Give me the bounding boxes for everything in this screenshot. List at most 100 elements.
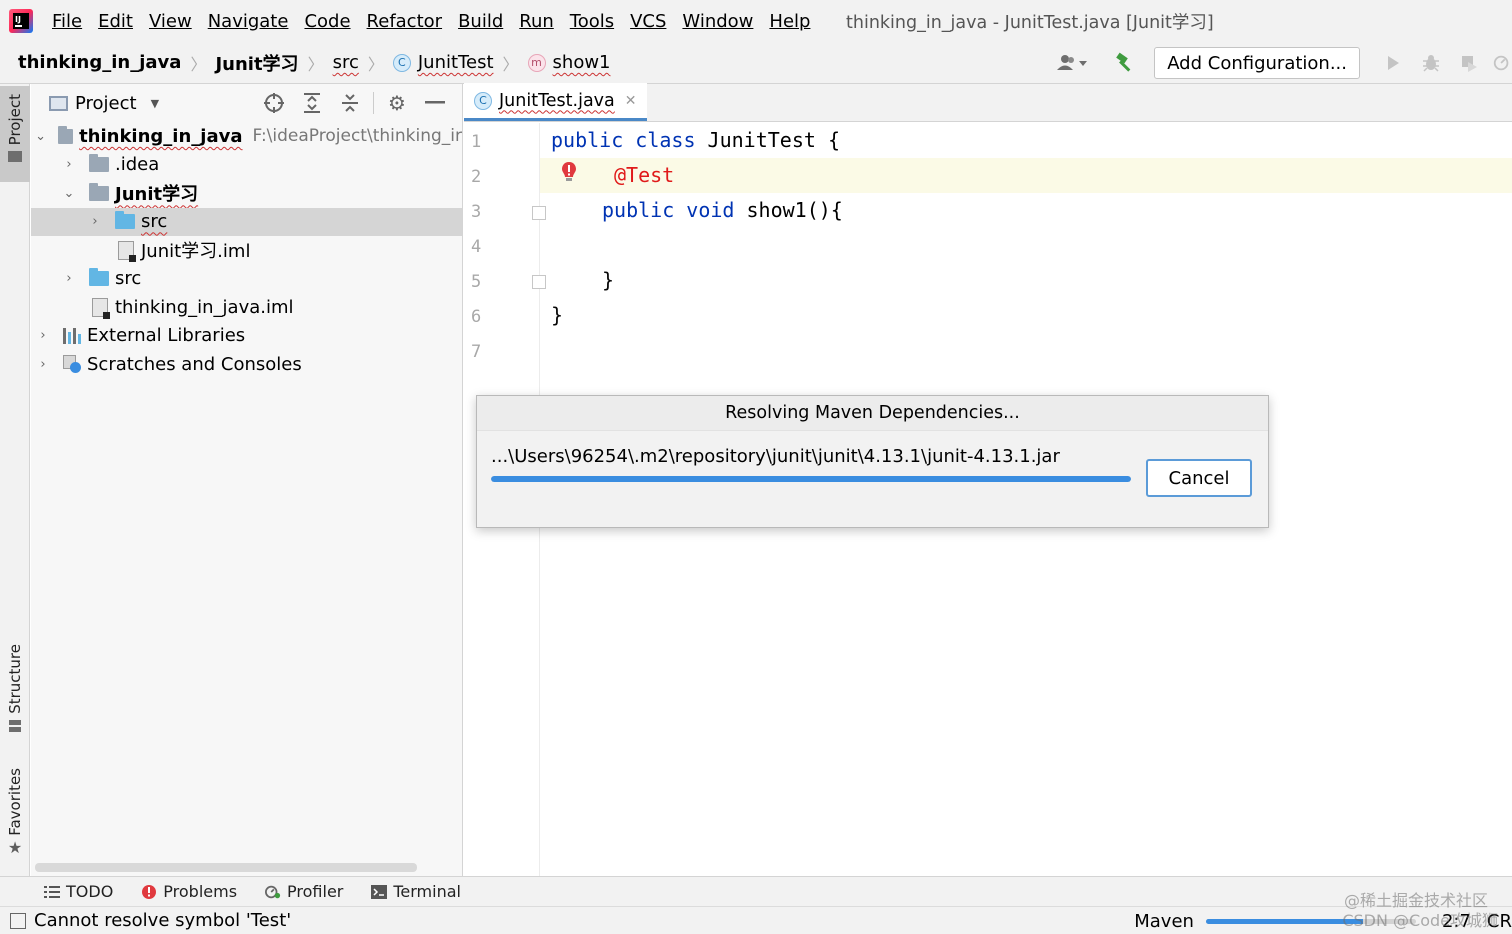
cancel-button[interactable]: Cancel (1146, 459, 1252, 497)
breadcrumb-project[interactable]: thinking_in_java 〉 (18, 51, 215, 75)
star-icon: ★ (7, 837, 23, 857)
menu-view[interactable]: View (141, 11, 200, 32)
iml-file-icon (118, 240, 136, 262)
fold-marker-icon[interactable] (532, 206, 546, 220)
terminal-tool-button[interactable]: Terminal (371, 882, 461, 901)
line-number: 2 (471, 167, 482, 187)
coverage-icon[interactable] (1454, 48, 1484, 78)
todo-tool-button[interactable]: TODO (44, 882, 113, 901)
menu-build[interactable]: Build (450, 11, 511, 32)
code-line-2[interactable]: @Test (614, 163, 674, 187)
code-line-5[interactable]: } (602, 268, 614, 292)
breadcrumb-method[interactable]: m show1 (527, 52, 611, 73)
menu-help[interactable]: Help (761, 11, 818, 32)
bottom-tool-window-bar: TODO Problems Profiler Terminal (0, 876, 1512, 906)
left-tool-window-strip: Project Structure Favorites ★ (0, 84, 30, 876)
tree-item-project-iml[interactable]: thinking_in_java.iml (31, 293, 462, 322)
tree-item-external-libraries[interactable]: › External Libraries (31, 322, 462, 351)
menu-edit[interactable]: Edit (90, 11, 141, 32)
chevron-right-icon[interactable]: › (33, 357, 53, 372)
project-panel-header: Project ▼ ⚙ (31, 84, 462, 122)
chevron-right-icon[interactable]: › (59, 157, 79, 172)
project-panel: Project ▼ ⚙ ⌄ thinking_in_java F:\ideaPr… (31, 84, 463, 876)
tree-item-scratches[interactable]: › Scratches and Consoles (31, 350, 462, 379)
code-line-6[interactable]: } (551, 303, 563, 327)
chevron-right-icon[interactable]: › (59, 271, 79, 286)
collapse-all-icon[interactable] (338, 91, 362, 115)
line-number: 5 (471, 272, 482, 292)
menu-tools[interactable]: Tools (562, 11, 622, 32)
error-bulb-icon[interactable] (561, 161, 577, 183)
method-icon: m (527, 53, 546, 72)
run-icon[interactable] (1378, 48, 1408, 78)
add-configuration-button[interactable]: Add Configuration... (1154, 47, 1360, 79)
intellij-logo-icon: IJ (8, 8, 34, 34)
tree-item-src[interactable]: › src (31, 265, 462, 294)
todo-list-icon (44, 884, 60, 900)
breadcrumb-separator-icon: 〉 (502, 54, 519, 74)
toolbar-divider (373, 92, 374, 114)
profiler-icon (265, 884, 281, 900)
dialog-title: Resolving Maven Dependencies... (477, 396, 1268, 431)
build-hammer-icon[interactable] (1110, 48, 1140, 78)
class-icon: C (474, 91, 492, 110)
project-tool-tab[interactable]: Project (0, 86, 30, 182)
maven-progress-fill (1205, 918, 1364, 924)
source-folder-icon (115, 211, 135, 230)
tree-item-junit-module[interactable]: ⌄ Junit学习 (31, 179, 462, 208)
problems-tool-button[interactable]: Problems (141, 882, 237, 901)
menu-run[interactable]: Run (511, 11, 562, 32)
chevron-right-icon[interactable]: › (85, 214, 105, 229)
chevron-right-icon[interactable]: › (33, 328, 53, 343)
toggle-tool-windows-icon[interactable] (10, 912, 26, 929)
breadcrumb-class[interactable]: C JunitTest 〉 (392, 51, 528, 75)
project-view-selector[interactable]: Project (75, 93, 137, 114)
chevron-down-icon[interactable]: ⌄ (33, 129, 48, 144)
line-number: 7 (471, 342, 482, 362)
locate-target-icon[interactable] (262, 91, 286, 115)
module-folder-icon (89, 182, 109, 201)
tree-item-junit-iml[interactable]: Junit学习.iml (31, 236, 462, 265)
menu-file[interactable]: File (44, 11, 90, 32)
horizontal-scrollbar[interactable] (35, 863, 417, 872)
code-line-3[interactable]: public void show1(){ (602, 198, 843, 222)
project-tree: ⌄ thinking_in_java F:\ideaProject\thinki… (31, 122, 462, 379)
menu-window[interactable]: Window (674, 11, 761, 32)
structure-tool-tab[interactable]: Structure (0, 644, 30, 744)
tree-item-root[interactable]: ⌄ thinking_in_java F:\ideaProject\thinki… (31, 122, 462, 151)
tree-item-idea[interactable]: › .idea (31, 151, 462, 180)
expand-all-icon[interactable] (300, 91, 324, 115)
menu-vcs[interactable]: VCS (622, 11, 674, 32)
maven-progress-label[interactable]: Maven (1134, 911, 1194, 932)
breadcrumb-module[interactable]: Junit学习〉 (215, 50, 332, 76)
profile-icon[interactable] (1492, 48, 1512, 78)
fold-marker-icon[interactable] (532, 275, 546, 289)
chevron-down-icon[interactable]: ⌄ (59, 186, 79, 201)
line-number: 3 (471, 202, 482, 222)
libraries-icon (63, 327, 81, 344)
close-tab-icon[interactable]: ✕ (625, 93, 637, 109)
chevron-down-icon[interactable]: ▼ (151, 97, 159, 110)
window-title: thinking_in_java - JunitTest.java [Junit… (846, 13, 1214, 33)
code-line-1[interactable]: public class JunitTest { (551, 128, 840, 152)
tab-junittest-java[interactable]: C JunitTest.java ✕ (464, 83, 647, 121)
breadcrumb-separator-icon: 〉 (307, 54, 324, 74)
status-bar: Cannot resolve symbol 'Test' @稀土掘金技术社区 M… (0, 891, 1512, 934)
debug-icon[interactable] (1416, 48, 1446, 78)
menu-code[interactable]: Code (296, 11, 358, 32)
hide-panel-icon[interactable] (423, 91, 447, 115)
menu-refactor[interactable]: Refactor (359, 11, 451, 32)
gear-icon[interactable]: ⚙ (385, 91, 409, 115)
favorites-tool-tab[interactable]: Favorites ★ (0, 768, 30, 864)
menu-navigate[interactable]: Navigate (200, 11, 297, 32)
breadcrumb-folder[interactable]: src 〉 (333, 51, 393, 75)
resolving-dependencies-dialog: Resolving Maven Dependencies... ...\User… (476, 395, 1269, 528)
folder-icon (8, 151, 22, 163)
line-number: 4 (471, 237, 482, 257)
profiler-tool-button[interactable]: Profiler (265, 882, 343, 901)
iml-file-icon (92, 297, 110, 319)
folder-icon (89, 154, 109, 173)
user-account-icon[interactable] (1052, 48, 1092, 78)
dialog-current-file: ...\Users\96254\.m2\repository\junit\jun… (491, 446, 1060, 467)
tree-item-junit-src[interactable]: › src (31, 207, 462, 236)
